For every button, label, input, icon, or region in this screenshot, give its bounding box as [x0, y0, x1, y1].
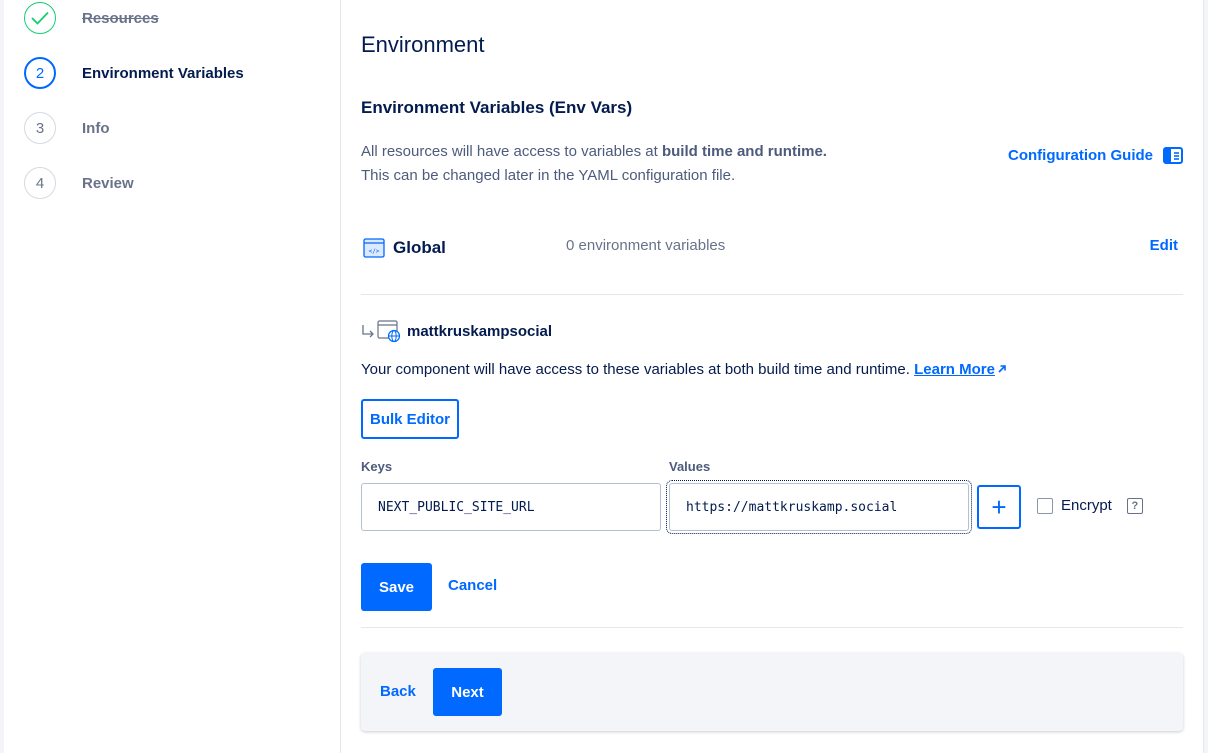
env-value-input[interactable]: [666, 480, 972, 534]
component-header: mattkruskampsocial: [361, 319, 552, 343]
window-edge: [1203, 0, 1208, 753]
divider: [361, 294, 1183, 295]
help-icon[interactable]: ?: [1126, 497, 1143, 514]
global-env-row: </> Global 0 environment variables Edit: [361, 232, 1183, 262]
desc-bold: build time and runtime.: [661, 143, 827, 160]
step-number: 4: [24, 167, 56, 199]
check-icon: [24, 2, 56, 34]
step-number: 3: [24, 112, 56, 144]
desc-text: All resources will have access to variab…: [361, 143, 662, 160]
component-name: mattkruskampsocial: [407, 322, 553, 340]
back-button[interactable]: Back: [380, 683, 416, 700]
encrypt-checkbox[interactable]: [1037, 497, 1053, 514]
step-label: Review: [82, 174, 134, 192]
configuration-guide-link[interactable]: Configuration Guide: [1008, 147, 1183, 164]
book-icon: [1163, 147, 1183, 164]
values-label: Values: [669, 459, 711, 474]
global-label: Global: [393, 238, 446, 257]
bulk-editor-button[interactable]: Bulk Editor: [361, 399, 459, 439]
wizard-footer: Back Next: [361, 653, 1183, 731]
learn-more-link[interactable]: Learn More: [914, 361, 995, 378]
section-description: All resources will have access to variab…: [361, 140, 827, 188]
section-title: Environment Variables (Env Vars): [361, 98, 633, 117]
web-app-icon: [377, 320, 401, 343]
svg-text:</>: </>: [369, 248, 380, 255]
subdirectory-arrow-icon: [362, 325, 374, 338]
step-review[interactable]: 4 Review: [24, 166, 134, 200]
step-number: 2: [24, 57, 56, 89]
edit-global-link[interactable]: Edit: [1150, 237, 1178, 254]
step-environment-variables[interactable]: 2 Environment Variables: [24, 56, 244, 90]
encrypt-label: Encrypt: [1061, 497, 1112, 514]
save-button[interactable]: Save: [361, 563, 432, 611]
next-button[interactable]: Next: [433, 668, 502, 716]
encrypt-option: Encrypt ?: [1037, 497, 1143, 514]
cancel-button[interactable]: Cancel: [448, 577, 497, 594]
component-description: Your component will have access to these…: [361, 361, 1007, 378]
global-var-count: 0 environment variables: [566, 237, 726, 254]
step-label: Resources: [82, 9, 159, 27]
page-title: Environment: [361, 32, 485, 57]
keys-label: Keys: [361, 459, 393, 474]
step-label: Info: [82, 119, 110, 137]
divider: [361, 627, 1183, 628]
plus-icon: +: [991, 491, 1007, 522]
step-resources[interactable]: Resources: [24, 1, 159, 35]
guide-label: Configuration Guide: [1008, 147, 1153, 164]
add-variable-button[interactable]: +: [977, 485, 1021, 529]
component-desc-text: Your component will have access to these…: [361, 361, 915, 378]
step-label: Environment Variables: [82, 64, 244, 82]
desc-line-2: This can be changed later in the YAML co…: [361, 167, 736, 184]
step-info[interactable]: 3 Info: [24, 111, 110, 145]
env-key-input[interactable]: [361, 483, 661, 531]
external-link-icon: [998, 365, 1006, 373]
code-window-icon: </>: [363, 238, 385, 258]
learn-more-label: Learn More: [914, 361, 995, 378]
wizard-steps: Resources 2 Environment Variables 3 Info…: [4, 0, 341, 753]
